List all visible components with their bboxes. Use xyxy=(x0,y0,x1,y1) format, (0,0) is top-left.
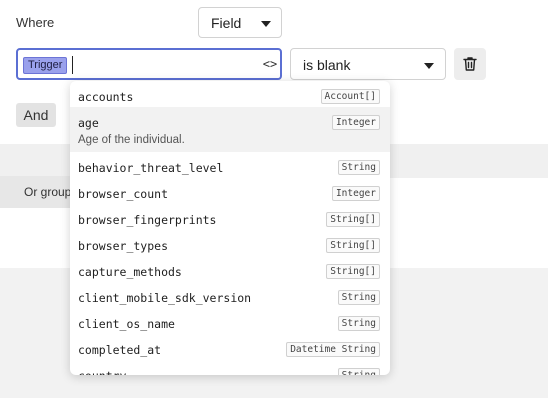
trigger-chip[interactable]: Trigger xyxy=(23,57,68,74)
option-name: browser_count xyxy=(78,187,169,201)
operator-select[interactable]: is blank xyxy=(290,48,446,80)
option-browser-fingerprints[interactable]: browser_fingerprints String[] xyxy=(70,204,390,230)
option-type-badge: Account[] xyxy=(320,89,380,104)
code-toggle-icon[interactable]: <> xyxy=(259,54,281,74)
option-behavior-threat-level[interactable]: behavior_threat_level String xyxy=(70,152,390,178)
option-name: browser_types xyxy=(78,239,169,253)
option-browser-types[interactable]: browser_types String[] xyxy=(70,230,390,256)
option-name: client_mobile_sdk_version xyxy=(78,291,252,305)
trash-icon xyxy=(463,57,477,71)
option-country[interactable]: country String xyxy=(70,360,390,375)
option-type-badge: String xyxy=(337,316,380,331)
option-name: age xyxy=(78,116,99,130)
option-type-badge: String xyxy=(337,290,380,305)
option-accounts[interactable]: accounts Account[] xyxy=(70,81,390,107)
option-type-badge: String xyxy=(337,160,380,175)
option-browser-count[interactable]: browser_count Integer xyxy=(70,178,390,204)
option-name: country xyxy=(78,369,126,375)
option-completed-at[interactable]: completed_at Datetime String xyxy=(70,334,390,360)
field-select-value: Field xyxy=(211,15,242,31)
delete-condition-button[interactable] xyxy=(454,48,486,80)
operator-select-value: is blank xyxy=(303,57,351,73)
and-button[interactable]: And xyxy=(16,103,56,127)
chevron-down-icon xyxy=(261,21,271,27)
option-age[interactable]: age Integer Age of the individual. xyxy=(70,107,390,152)
field-options-dropdown: accounts Account[] age Integer Age of th… xyxy=(70,81,390,375)
option-name: capture_methods xyxy=(78,265,182,279)
option-type-badge: Datetime String xyxy=(286,342,380,357)
option-client-os-name[interactable]: client_os_name String xyxy=(70,308,390,334)
option-client-mobile-sdk-version[interactable]: client_mobile_sdk_version String xyxy=(70,282,390,308)
option-type-badge: Integer xyxy=(331,115,380,130)
option-type-badge: Integer xyxy=(331,186,380,201)
option-description: Age of the individual. xyxy=(78,134,185,146)
option-name: behavior_threat_level xyxy=(78,161,224,175)
option-type-badge: String[] xyxy=(326,238,380,253)
option-name: accounts xyxy=(78,90,134,104)
option-type-badge: String[] xyxy=(326,264,380,279)
option-capture-methods[interactable]: capture_methods String[] xyxy=(70,256,390,282)
trigger-expression-input[interactable]: Trigger <> xyxy=(16,48,282,80)
option-name: client_os_name xyxy=(78,317,175,331)
field-select[interactable]: Field xyxy=(198,7,282,38)
option-type-badge: String xyxy=(337,368,380,375)
option-type-badge: String[] xyxy=(326,212,380,227)
where-label: Where xyxy=(16,15,55,30)
option-name: browser_fingerprints xyxy=(78,213,217,227)
text-cursor xyxy=(72,56,73,74)
option-name: completed_at xyxy=(78,343,162,357)
chevron-down-icon xyxy=(424,63,434,69)
